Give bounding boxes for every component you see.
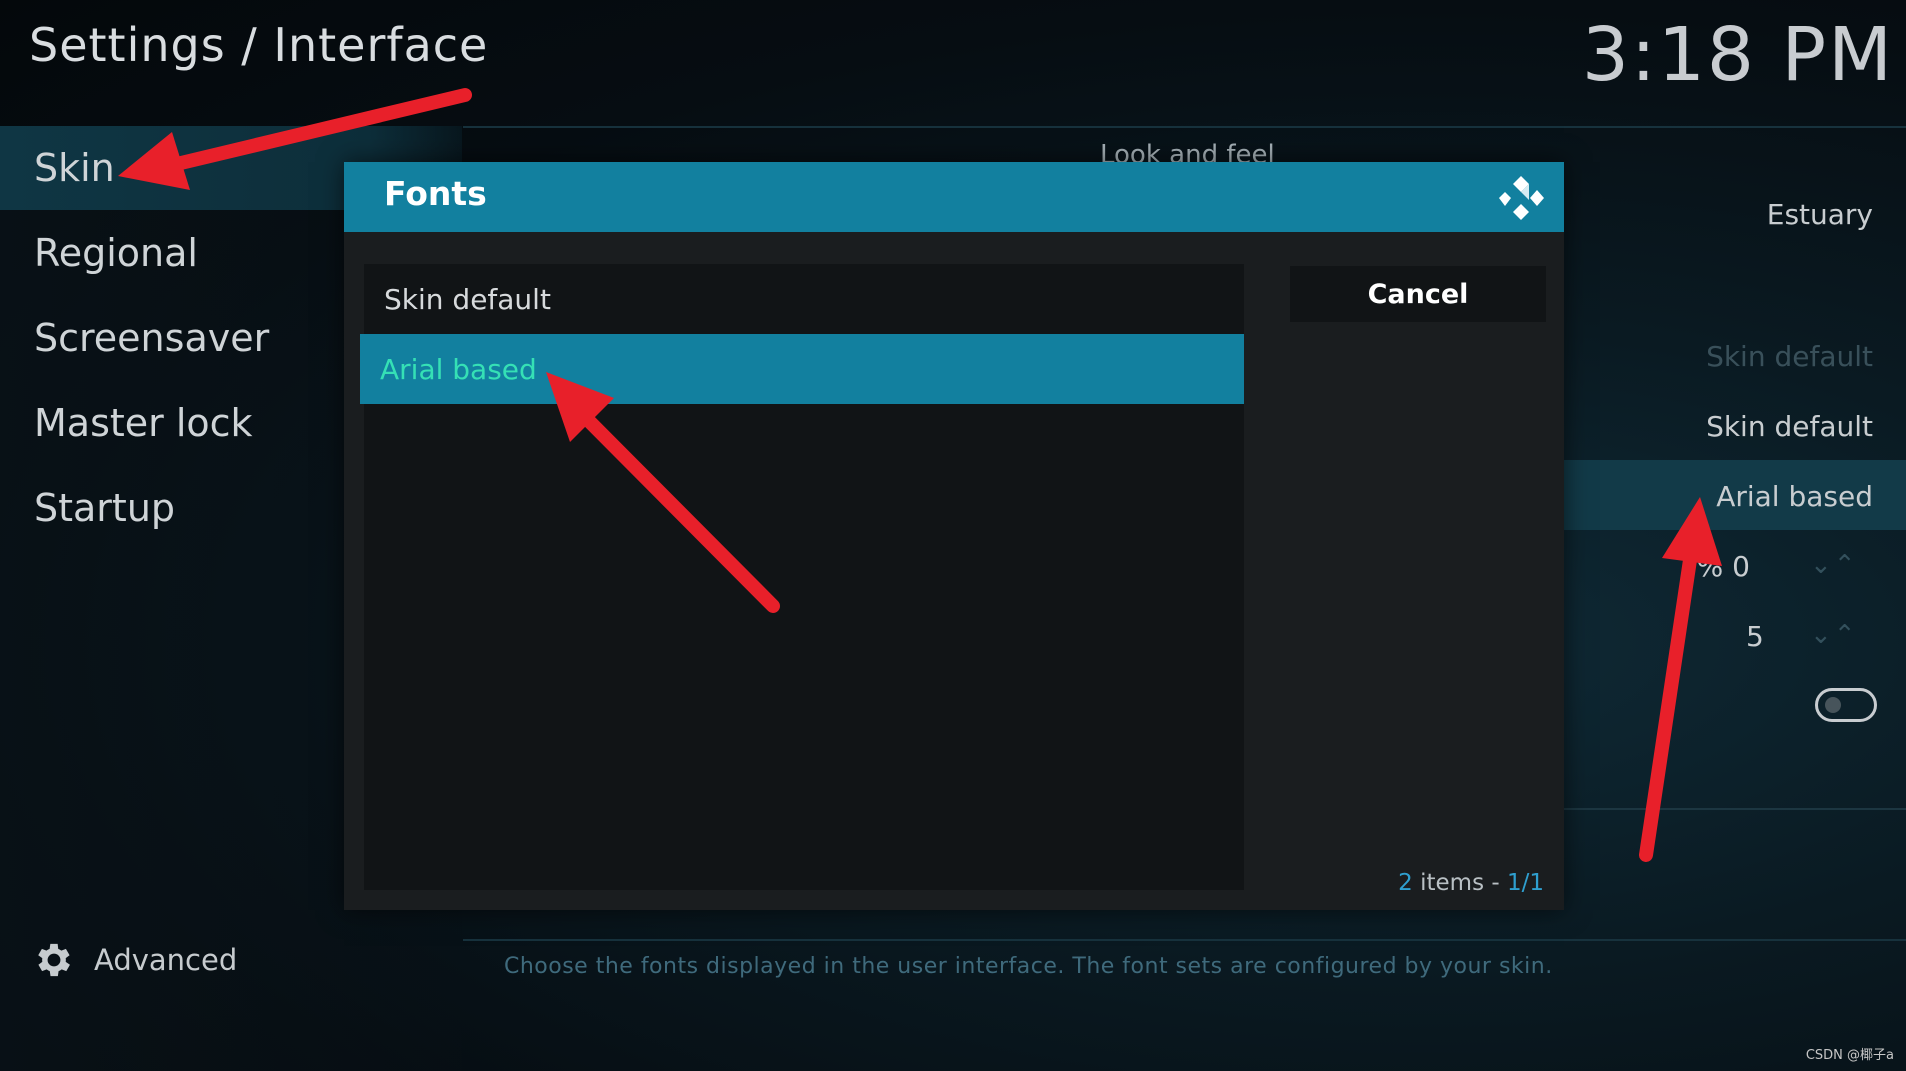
gear-icon (38, 943, 70, 977)
setting-value-zoom: 0 % (1696, 550, 1750, 583)
sidebar-item-label: Skin (34, 146, 115, 190)
toggle-switch[interactable] (1815, 688, 1877, 722)
cancel-label: Cancel (1367, 278, 1469, 310)
sidebar-item-label: Regional (34, 231, 198, 275)
spinner-chevrons-icon[interactable]: ⌄⌃ (1810, 550, 1858, 580)
divider (463, 126, 1906, 128)
toggle-knob (1825, 697, 1841, 713)
dialog-header: Fonts (344, 162, 1564, 232)
watermark: CSDN @椰子a (1805, 1048, 1894, 1063)
fonts-list: Skin default Arial based (360, 264, 1244, 890)
kodi-logo-icon (1499, 176, 1544, 220)
spinner-chevrons-icon[interactable]: ⌄⌃ (1810, 620, 1858, 650)
advanced-settings-button[interactable]: Advanced (32, 938, 237, 982)
clock: 3:18 PM (1581, 12, 1894, 98)
item-count-number: 2 (1398, 870, 1413, 896)
setting-value-fonts: Arial based (1716, 480, 1873, 513)
item-count-label: items - (1420, 870, 1500, 896)
sidebar-item-label: Screensaver (34, 316, 270, 360)
list-item-skin-default[interactable]: Skin default (364, 264, 1244, 334)
list-item-arial-based[interactable]: Arial based (360, 334, 1244, 404)
dialog-title: Fonts (384, 174, 487, 213)
sidebar-item-label: Master lock (34, 401, 253, 445)
sidebar-item-label: Startup (34, 486, 176, 530)
advanced-label: Advanced (94, 943, 238, 977)
cancel-button[interactable]: Cancel (1290, 266, 1546, 322)
list-item-label: Arial based (380, 352, 537, 386)
setting-value-theme[interactable]: Skin default (1706, 340, 1873, 373)
page-indicator: 1/1 (1506, 870, 1544, 896)
item-count: 2 items - 1/1 (1398, 870, 1544, 896)
setting-value-colours[interactable]: Skin default (1706, 410, 1873, 443)
setting-description: Choose the fonts displayed in the user i… (504, 954, 1553, 979)
setting-value-skin[interactable]: Estuary (1767, 198, 1873, 231)
divider (463, 939, 1906, 941)
list-item-label: Skin default (384, 282, 551, 316)
setting-value-stereo: 5 (1746, 620, 1764, 653)
divider (1563, 808, 1906, 810)
fonts-dialog: Fonts Skin default Arial based Cancel 2 … (344, 162, 1564, 910)
page-title: Settings / Interface (29, 18, 489, 72)
